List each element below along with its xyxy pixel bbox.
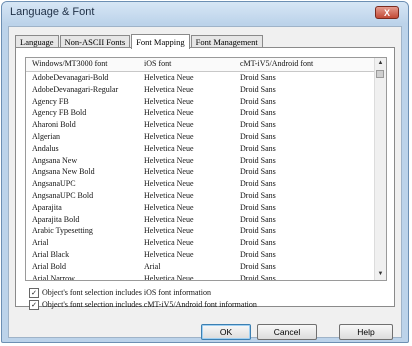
font-mapping-panel: Windows/MT3000 font iOS font cMT-iV5/And…: [15, 47, 395, 310]
ios-font-cell: Helvetica Neue: [144, 238, 194, 248]
android-font-cell: Droid Sans: [240, 143, 276, 153]
android-font-cell: Droid Sans: [240, 238, 276, 248]
ios-font-cell: Helvetica Neue: [144, 179, 194, 189]
cancel-button[interactable]: Cancel: [257, 324, 317, 340]
windows-font-cell: AngsanaUPC Bold: [32, 191, 94, 200]
ios-font-cell: Helvetica Neue: [144, 202, 194, 212]
language-font-dialog: Language & Font X Language Non-ASCII Fon…: [1, 1, 409, 343]
ios-font-cell: Helvetica Neue: [144, 96, 194, 106]
windows-font-cell: Angsana New: [32, 155, 78, 165]
table-row[interactable]: Arial Bold Arial Droid Sans: [26, 262, 375, 272]
vertical-scrollbar[interactable]: ▲ ▼: [374, 58, 386, 280]
android-font-checkbox[interactable]: ✓: [29, 300, 39, 310]
android-font-cell: Droid Sans: [240, 226, 276, 236]
ios-font-cell: Helvetica Neue: [144, 226, 194, 236]
table-row[interactable]: Aparajita Helvetica Neue Droid Sans: [26, 203, 375, 213]
windows-font-cell: Angsana New Bold: [32, 167, 95, 177]
table-row[interactable]: Arial Narrow Helvetica Neue Droid Sans: [26, 273, 375, 281]
table-row[interactable]: Aparajita Bold Helvetica Neue Droid Sans: [26, 215, 375, 225]
scrollbar-thumb[interactable]: [376, 70, 384, 78]
table-row[interactable]: AdobeDevanagari-Regular Helvetica Neue Dro…: [26, 85, 375, 95]
table-row[interactable]: Agency FB Helvetica Neue Droid Sans: [26, 97, 375, 107]
android-font-cell: Droid Sans: [240, 108, 276, 118]
table-row[interactable]: Aharoni Bold Helvetica Neue Droid Sans: [26, 120, 375, 130]
android-font-cell: Droid Sans: [240, 191, 276, 200]
ios-font-cell: Helvetica Neue: [144, 84, 194, 94]
list-header: Windows/MT3000 font iOS font cMT-iV5/And…: [26, 58, 375, 72]
ios-font-option-label[interactable]: Object's font selection includes iOS fon…: [42, 287, 211, 298]
table-row[interactable]: AngsanaUPC Helvetica Neue Droid Sans: [26, 179, 375, 189]
font-mapping-list[interactable]: Windows/MT3000 font iOS font cMT-iV5/And…: [25, 57, 387, 281]
window-title: Language & Font: [10, 6, 95, 18]
android-font-cell: Droid Sans: [240, 132, 276, 141]
ios-font-cell: Helvetica Neue: [144, 273, 194, 281]
windows-font-cell: Aparajita Bold: [32, 214, 80, 224]
ok-button[interactable]: OK: [201, 324, 251, 340]
android-font-cell: Droid Sans: [240, 202, 276, 212]
windows-font-cell: Agency FB Bold: [32, 108, 87, 118]
android-font-cell: Droid Sans: [240, 73, 276, 82]
android-font-cell: Droid Sans: [240, 167, 276, 177]
ios-font-cell: Arial: [144, 261, 161, 271]
ios-font-cell: Helvetica Neue: [144, 167, 194, 177]
tab-font-mapping[interactable]: Font Mapping: [131, 34, 190, 49]
windows-font-cell: Arabic Typesetting: [32, 226, 93, 236]
ios-font-cell: Helvetica Neue: [144, 143, 194, 153]
table-row[interactable]: AdobeDevanagari-Bold Helvetica Neue Droid …: [26, 73, 375, 83]
windows-font-cell: Aparajita: [32, 202, 62, 212]
ios-font-cell: Helvetica Neue: [144, 250, 194, 259]
tab-strip: Language Non-ASCII Fonts Font Mapping Fo…: [15, 33, 264, 49]
help-button[interactable]: Help: [339, 324, 393, 340]
column-header-ios-font[interactable]: iOS font: [144, 58, 171, 70]
android-font-cell: Droid Sans: [240, 250, 276, 259]
table-row[interactable]: Andalus Helvetica Neue Droid Sans: [26, 144, 375, 154]
title-bar: Language & Font X: [2, 2, 408, 24]
ios-font-checkbox[interactable]: ✓: [29, 288, 39, 298]
table-row[interactable]: Agency FB Bold Helvetica Neue Droid Sans: [26, 108, 375, 118]
android-font-cell: Droid Sans: [240, 96, 276, 106]
ios-font-cell: Helvetica Neue: [144, 132, 194, 141]
windows-font-cell: AdobeDevanagari-Regular: [32, 84, 119, 94]
windows-font-cell: Arial Black: [32, 250, 70, 259]
windows-font-cell: AngsanaUPC: [32, 179, 76, 189]
close-button[interactable]: X: [375, 6, 399, 19]
table-row[interactable]: Angsana New Helvetica Neue Droid Sans: [26, 156, 375, 166]
android-font-cell: Droid Sans: [240, 179, 276, 189]
table-row[interactable]: Arial Black Helvetica Neue Droid Sans: [26, 250, 375, 260]
table-row[interactable]: Arial Helvetica Neue Droid Sans: [26, 238, 375, 248]
windows-font-cell: AdobeDevanagari-Bold: [32, 73, 109, 82]
ios-font-cell: Helvetica Neue: [144, 155, 194, 165]
windows-font-cell: Arial Narrow: [32, 273, 75, 281]
table-row[interactable]: Angsana New Bold Helvetica Neue Droid Sans: [26, 167, 375, 177]
android-font-cell: Droid Sans: [240, 214, 276, 224]
android-font-cell: Droid Sans: [240, 261, 276, 271]
ios-font-cell: Helvetica Neue: [144, 73, 194, 82]
ios-font-cell: Helvetica Neue: [144, 108, 194, 118]
windows-font-cell: Andalus: [32, 143, 59, 153]
android-font-cell: Droid Sans: [240, 120, 276, 130]
windows-font-cell: Arial Bold: [32, 261, 66, 271]
dialog-body: Language Non-ASCII Fonts Font Mapping Fo…: [8, 26, 402, 340]
table-row[interactable]: Algerian Helvetica Neue Droid Sans: [26, 132, 375, 142]
table-row[interactable]: Arabic Typesetting Helvetica Neue Droid Sa…: [26, 226, 375, 236]
android-font-cell: Droid Sans: [240, 155, 276, 165]
android-font-cell: Droid Sans: [240, 273, 276, 281]
scroll-up-icon[interactable]: ▲: [376, 59, 385, 68]
table-row[interactable]: AngsanaUPC Bold Helvetica Neue Droid Sans: [26, 191, 375, 201]
column-header-windows-font[interactable]: Windows/MT3000 font: [32, 58, 107, 70]
windows-font-cell: Arial: [32, 238, 49, 248]
scroll-down-icon[interactable]: ▼: [376, 270, 385, 279]
ios-font-cell: Helvetica Neue: [144, 120, 194, 130]
ios-font-cell: Helvetica Neue: [144, 191, 194, 200]
ios-font-cell: Helvetica Neue: [144, 214, 194, 224]
android-font-option-label[interactable]: Object's font selection includes cMT-iV5…: [42, 299, 257, 310]
android-font-cell: Droid Sans: [240, 84, 276, 94]
windows-font-cell: Agency FB: [32, 96, 69, 106]
windows-font-cell: Algerian: [32, 132, 60, 141]
column-header-android-font[interactable]: cMT-iV5/Android font: [240, 58, 313, 70]
windows-font-cell: Aharoni Bold: [32, 120, 76, 130]
